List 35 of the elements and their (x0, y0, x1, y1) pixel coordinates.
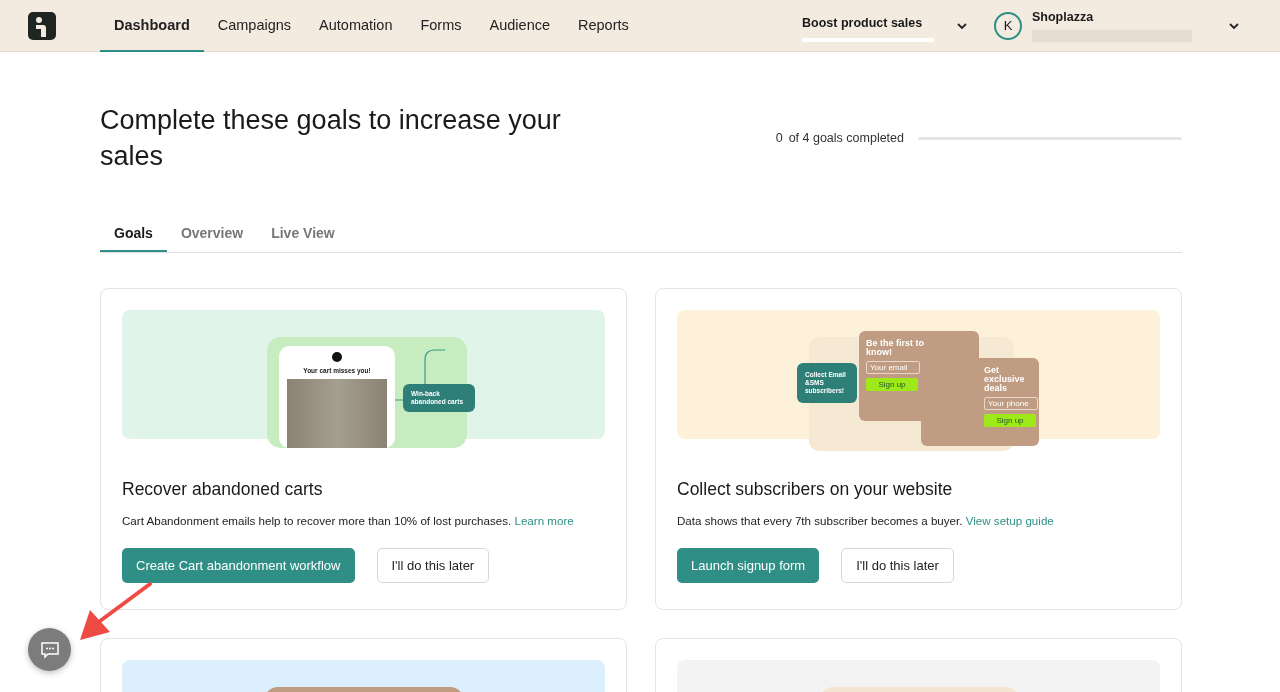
later-button[interactable]: I'll do this later (376, 548, 490, 583)
nav-tab[interactable]: Audience (475, 0, 564, 52)
nav-tab[interactable]: Forms (406, 0, 476, 52)
popup-headline: Be the first to know! (866, 339, 925, 357)
help-link[interactable]: Learn more (514, 514, 574, 527)
tab[interactable]: Overview (166, 216, 258, 252)
nav-tab[interactable]: Reports (564, 0, 643, 52)
popup-field: Your email (866, 361, 920, 374)
popup-field: Your phone (984, 397, 1038, 410)
brand-dot-icon (332, 352, 342, 362)
tab[interactable]: Live View (257, 216, 349, 252)
primary-button[interactable]: Create Cart abandonment workflow (122, 548, 355, 583)
nav-tab[interactable]: Automation (305, 0, 407, 52)
avatar-initial: K (994, 11, 1022, 40)
card-title: Recover abandoned carts (122, 479, 324, 500)
chat-icon (39, 640, 60, 659)
help-link[interactable]: View setup guide (965, 514, 1054, 527)
chevron-down-icon (956, 21, 968, 30)
card-description: Data shows that every 7th subscriber becomes a buyer. View setup guide (677, 514, 1055, 527)
goals-count: 0 (775, 131, 783, 145)
card-description: Cart Abandonment emails help to recover more than 10% of lost purchases. Learn more (122, 514, 575, 527)
logo-icon[interactable] (28, 11, 56, 40)
later-button[interactable]: I'll do this later (841, 548, 954, 583)
card-title: Collect subscribers on your website (677, 479, 954, 500)
goal-dropdown[interactable]: Boost product sales (802, 9, 968, 42)
page-title: Complete these goals to increase your sales (100, 104, 562, 173)
account-menu[interactable]: K Shoplazza (994, 9, 1240, 42)
nav-tab[interactable]: Campaigns (203, 0, 306, 52)
chevron-down-icon (1228, 21, 1240, 30)
goals-label: of 4 goals completed (788, 131, 904, 145)
nav-tab[interactable]: Dashboard (100, 0, 204, 52)
tab[interactable]: Goals (100, 216, 167, 252)
popup-headline: Get exclusive deals (984, 366, 1026, 393)
primary-button[interactable]: Launch signup form (677, 548, 820, 583)
chat-button[interactable] (28, 628, 71, 671)
